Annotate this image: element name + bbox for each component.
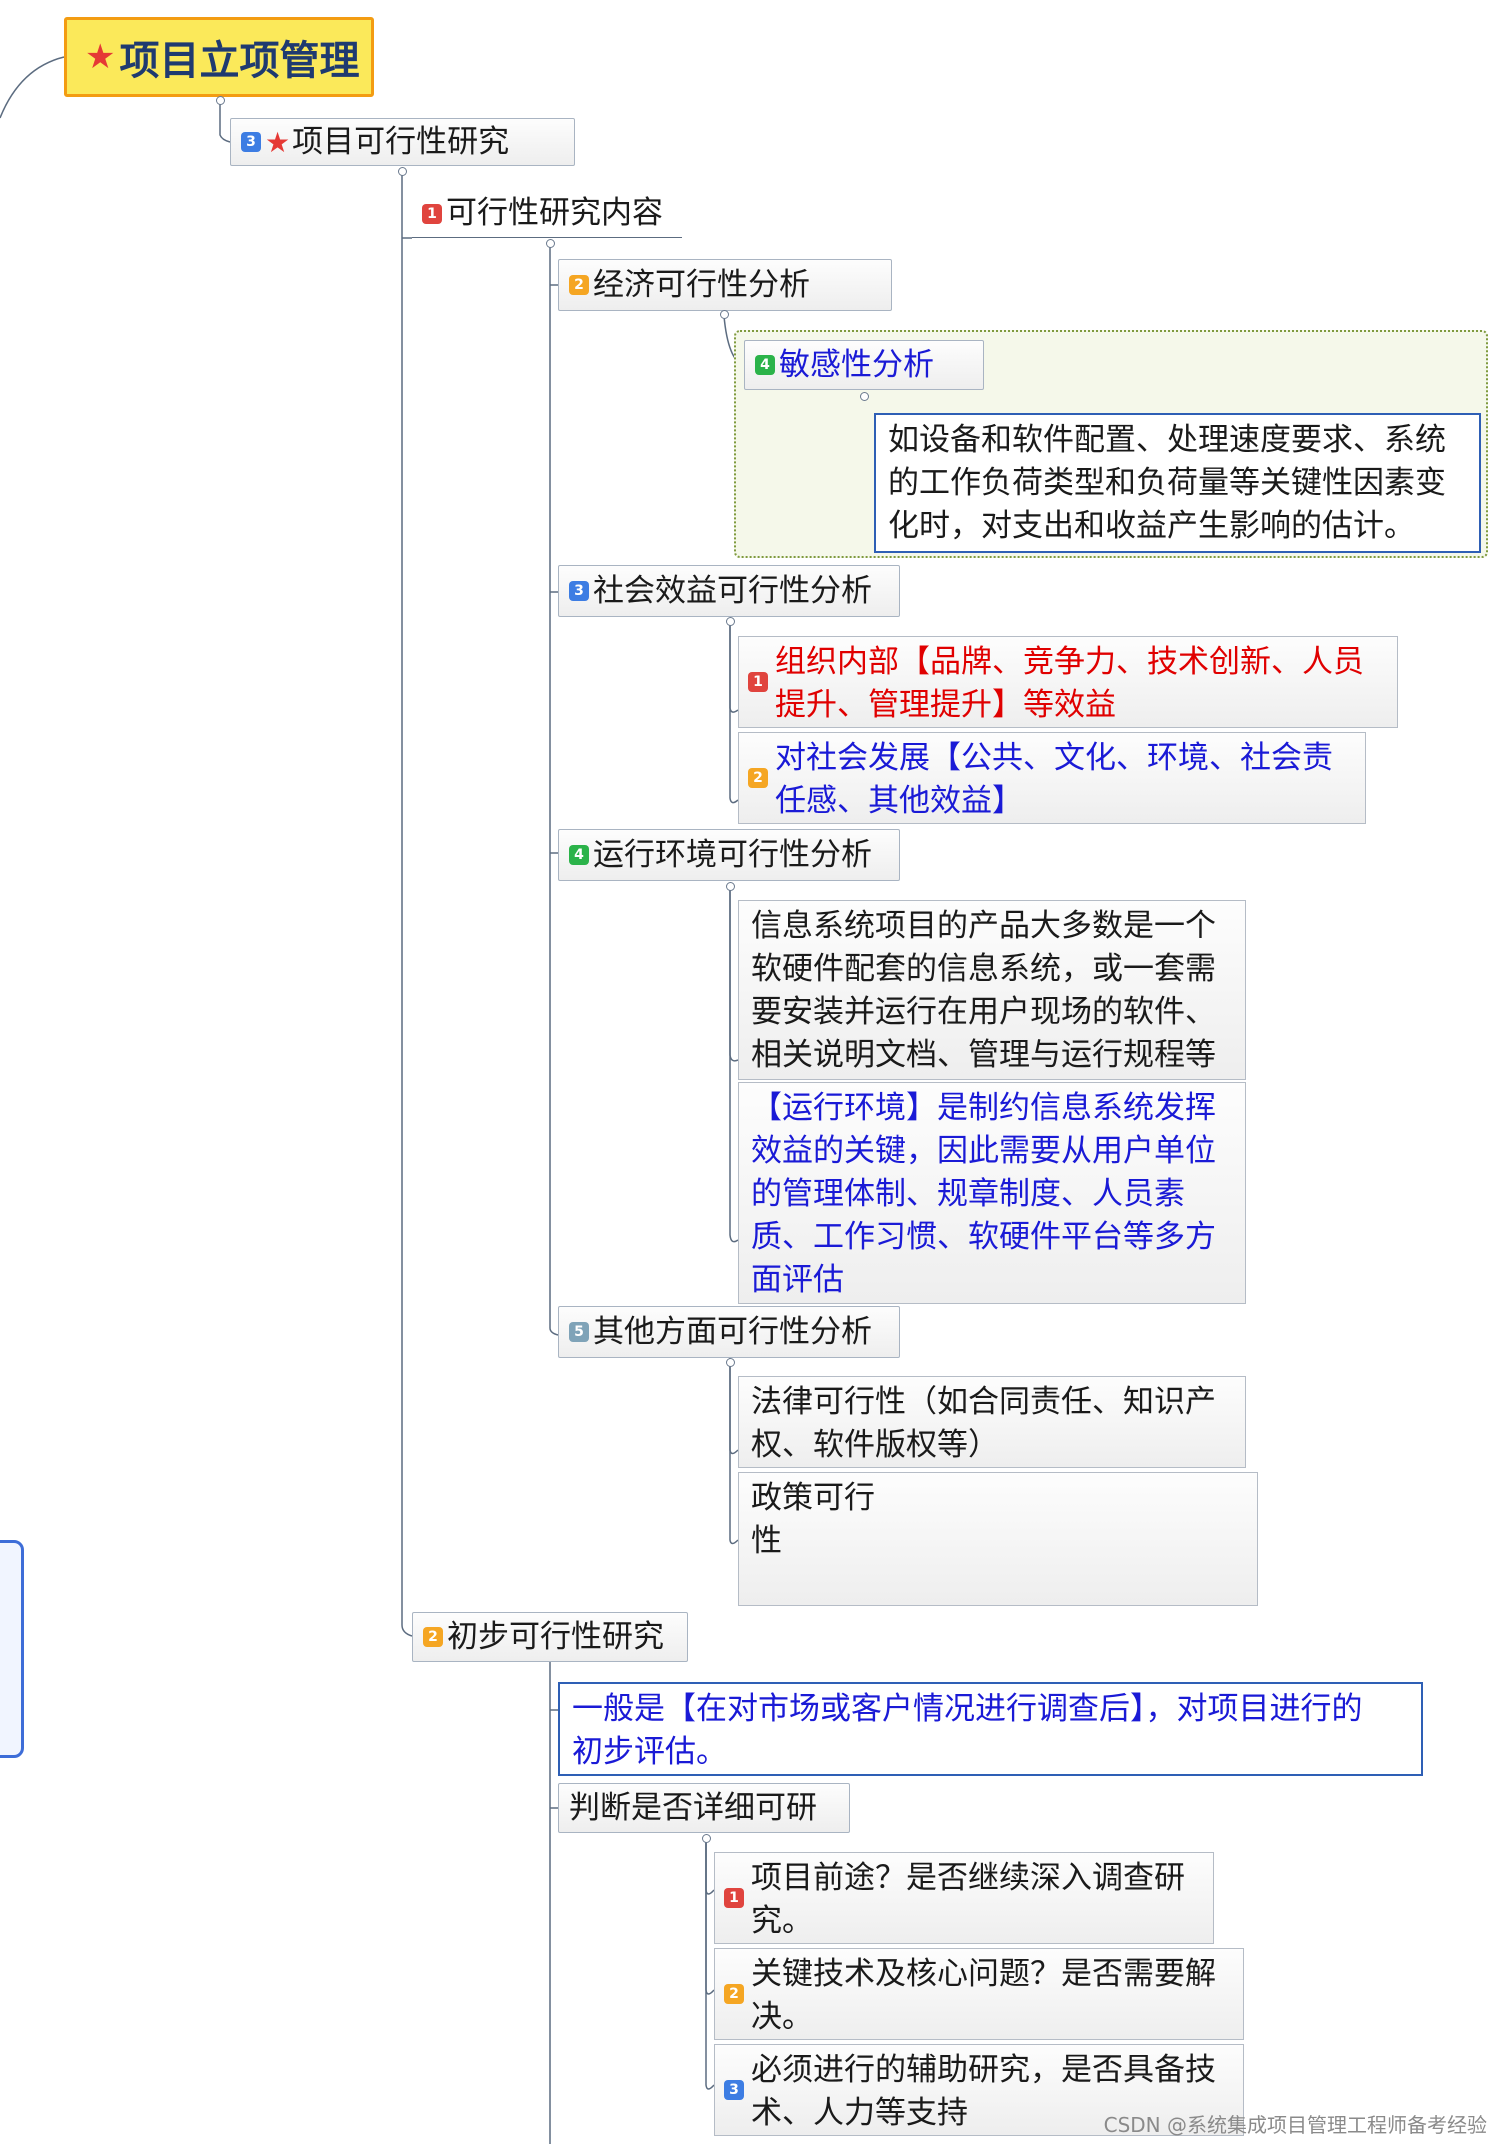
- priority-badge: 3: [569, 581, 589, 601]
- priority-badge: 2: [724, 1984, 744, 2004]
- topic-label: 经济可行性分析: [593, 266, 810, 303]
- collapse-handle[interactable]: [726, 1358, 735, 1367]
- topic-label: 运行环境可行性分析: [593, 836, 872, 873]
- priority-badge: 4: [755, 355, 775, 375]
- topic-label: 社会效益可行性分析: [593, 572, 872, 609]
- collapse-handle[interactable]: [216, 96, 225, 105]
- topic-feasibility-study[interactable]: 3 ★ 项目可行性研究: [230, 118, 575, 166]
- topic-label: 判断是否详细可研: [569, 1789, 817, 1826]
- policy-feasibility[interactable]: 政策可行 性: [738, 1472, 1258, 1606]
- operation-env-product[interactable]: 信息系统项目的产品大多数是一个 软硬件配套的信息系统，或一套需 要安装并运行在用…: [738, 900, 1246, 1080]
- topic-other-feasibility[interactable]: 5 其他方面可行性分析: [558, 1306, 900, 1358]
- priority-badge: 5: [569, 1322, 589, 1342]
- topic-operation-env-feasibility[interactable]: 4 运行环境可行性分析: [558, 829, 900, 881]
- topic-preliminary-feasibility[interactable]: 2 初步可行性研究: [412, 1612, 688, 1662]
- topic-label: 其他方面可行性分析: [593, 1313, 872, 1350]
- collapse-handle[interactable]: [398, 167, 407, 176]
- star-icon: ★: [265, 125, 291, 159]
- root-topic[interactable]: ★ 项目立项管理: [64, 17, 374, 97]
- priority-badge: 2: [748, 768, 768, 788]
- social-benefit-internal[interactable]: 1 组织内部【品牌、竞争力、技术创新、人员 提升、管理提升】等效益: [738, 636, 1398, 728]
- priority-badge: 1: [422, 203, 442, 224]
- collapsed-side-panel[interactable]: [0, 1540, 24, 1758]
- topic-social-benefit-feasibility[interactable]: 3 社会效益可行性分析: [558, 565, 900, 617]
- priority-badge: 3: [241, 132, 261, 152]
- priority-badge: 1: [748, 672, 768, 692]
- watermark: CSDN @系统集成项目管理工程师备考经验: [1103, 2113, 1487, 2137]
- collapse-handle[interactable]: [726, 882, 735, 891]
- sensitivity-description: 如设备和软件配置、处理速度要求、系统 的工作负荷类型和负荷量等关键性因素变 化时…: [874, 413, 1481, 553]
- root-label: 项目立项管理: [119, 38, 360, 84]
- preliminary-description[interactable]: 一般是【在对市场或客户情况进行调查后】，对项目进行的 初步评估。: [558, 1682, 1423, 1776]
- judge-key-technology[interactable]: 2 关键技术及核心问题？是否需要解 决。: [714, 1948, 1244, 2040]
- priority-badge: 2: [423, 1627, 443, 1647]
- topic-label: 初步可行性研究: [447, 1618, 664, 1655]
- collapse-handle[interactable]: [702, 1834, 711, 1843]
- topic-study-content[interactable]: 1 可行性研究内容: [412, 190, 682, 238]
- judge-project-prospect[interactable]: 1 项目前途？是否继续深入调查研 究。: [714, 1852, 1214, 1944]
- priority-badge: 2: [569, 275, 589, 295]
- topic-sensitivity-analysis[interactable]: 4 敏感性分析: [744, 340, 984, 390]
- topic-label: 可行性研究内容: [446, 195, 663, 231]
- topic-label: 敏感性分析: [779, 346, 934, 383]
- legal-feasibility[interactable]: 法律可行性（如合同责任、知识产 权、软件版权等）: [738, 1376, 1246, 1468]
- priority-badge: 3: [724, 2080, 744, 2100]
- collapse-handle[interactable]: [546, 239, 555, 248]
- social-benefit-society[interactable]: 2 对社会发展【公共、文化、环境、社会责 任感、其他效益】: [738, 732, 1366, 824]
- collapse-handle[interactable]: [860, 392, 869, 401]
- topic-label: 项目可行性研究: [292, 123, 510, 160]
- collapse-handle[interactable]: [726, 617, 735, 626]
- topic-judge-detailed-study[interactable]: 判断是否详细可研: [558, 1783, 850, 1833]
- star-icon: ★: [85, 37, 116, 77]
- priority-badge: 1: [724, 1888, 744, 1908]
- collapse-handle[interactable]: [720, 310, 729, 319]
- topic-economic-feasibility[interactable]: 2 经济可行性分析: [558, 259, 892, 311]
- operation-env-evaluation[interactable]: 【运行环境】是制约信息系统发挥 效益的关键，因此需要从用户单位 的管理体制、规章…: [738, 1082, 1246, 1304]
- priority-badge: 4: [569, 845, 589, 865]
